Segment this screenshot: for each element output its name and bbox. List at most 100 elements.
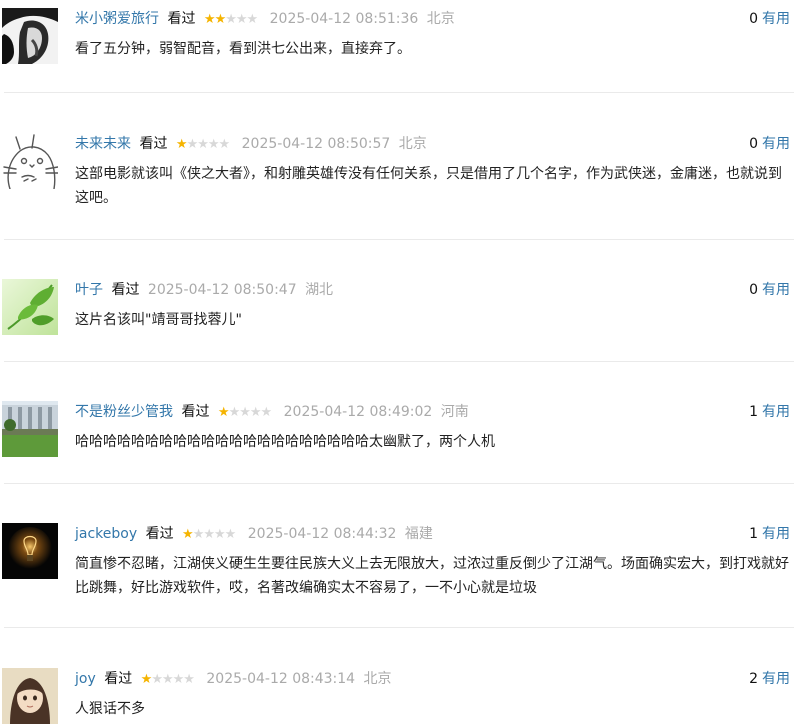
star-empty-icon: ★ (161, 672, 174, 687)
vote-count: 1 (749, 526, 758, 542)
star-empty-icon: ★ (239, 405, 251, 420)
totoro-sketch-avatar-image (2, 133, 58, 189)
rating-stars: ★★★★★ (203, 9, 259, 31)
star-empty-icon: ★ (151, 672, 163, 687)
comment-location: 河南 (440, 404, 469, 420)
comment-time: 2025-04-12 08:50:47 (147, 282, 297, 298)
comment-time: 2025-04-12 08:50:57 (241, 136, 391, 152)
comment-divider (4, 239, 794, 240)
building-lawn-avatar-image (2, 401, 58, 457)
star-empty-icon: ★ (172, 672, 185, 687)
comment-divider (4, 483, 794, 484)
light-bulb-avatar-image (2, 523, 58, 579)
vote-count: 0 (749, 136, 758, 152)
star-empty-icon: ★ (224, 527, 237, 542)
useful-vote-button[interactable]: 有用 (762, 404, 790, 420)
avatar[interactable] (2, 401, 58, 457)
useful-vote-button[interactable]: 有用 (762, 282, 790, 298)
comment-time: 2025-04-12 08:44:32 (247, 526, 397, 542)
star-empty-icon: ★ (260, 405, 273, 420)
comment-text: 看了五分钟，弱智配音，看到洪七公出来，直接弃了。 (75, 41, 411, 57)
avatar[interactable] (2, 133, 58, 189)
star-empty-icon: ★ (218, 137, 231, 152)
star-empty-icon: ★ (186, 137, 199, 152)
comment-meta: joy 看过 ★★★★★ 2025-04-12 08:43:14 北京 (75, 668, 392, 690)
avatar[interactable] (2, 523, 58, 579)
star-filled-icon: ★ (214, 12, 227, 27)
vote-area: 0 有用 (749, 8, 790, 30)
comment-meta: 叶子 看过 2025-04-12 08:50:47 湖北 (75, 279, 333, 301)
avatar[interactable] (2, 668, 58, 724)
anime-girl-avatar-image (2, 668, 58, 724)
comment-time: 2025-04-12 08:49:02 (283, 404, 433, 420)
rating-stars: ★★★★★ (175, 134, 231, 156)
watch-status: 看过 (167, 11, 196, 27)
comment-location: 湖北 (305, 282, 334, 298)
star-empty-icon: ★ (246, 12, 259, 27)
bw-portrait-avatar-image (2, 8, 58, 64)
star-empty-icon: ★ (197, 137, 209, 152)
star-empty-icon: ★ (228, 405, 241, 420)
star-filled-icon: ★ (217, 405, 230, 420)
watch-status: 看过 (139, 136, 168, 152)
star-empty-icon: ★ (183, 672, 195, 687)
comment-location: 北京 (363, 671, 392, 687)
rating-stars: ★★★★★ (140, 669, 195, 691)
comment-meta: 米小粥爱旅行 看过 ★★★★★ 2025-04-12 08:51:36 北京 (75, 8, 455, 30)
comment-divider (4, 627, 794, 628)
username-link[interactable]: 不是粉丝少管我 (75, 404, 173, 420)
star-filled-icon: ★ (182, 527, 194, 542)
vote-count: 0 (749, 282, 758, 298)
star-empty-icon: ★ (235, 12, 248, 27)
comment-meta: jackeboy 看过 ★★★★★ 2025-04-12 08:44:32 福建 (75, 523, 433, 545)
vote-area: 0 有用 (749, 279, 790, 301)
vote-count: 2 (749, 671, 758, 687)
comment-location: 北京 (426, 11, 455, 27)
avatar[interactable] (2, 8, 58, 64)
username-link[interactable]: 米小粥爱旅行 (75, 11, 159, 27)
comment-location: 北京 (398, 136, 427, 152)
star-filled-icon: ★ (175, 137, 188, 152)
watch-status: 看过 (145, 526, 174, 542)
comment-time: 2025-04-12 08:51:36 (269, 11, 419, 27)
comment-text: 哈哈哈哈哈哈哈哈哈哈哈哈哈哈哈哈哈哈哈哈哈太幽默了，两个人机 (75, 434, 495, 450)
vote-area: 1 有用 (749, 523, 790, 545)
username-link[interactable]: 未来未来 (75, 136, 131, 152)
avatar[interactable] (2, 279, 58, 335)
star-empty-icon: ★ (203, 527, 215, 542)
comment-divider (4, 361, 794, 362)
vote-count: 1 (749, 404, 758, 420)
rating-stars: ★★★★★ (182, 524, 237, 546)
username-link[interactable]: 叶子 (75, 282, 103, 298)
comment-meta: 不是粉丝少管我 看过 ★★★★★ 2025-04-12 08:49:02 河南 (75, 401, 469, 423)
comment-text: 简直惨不忍睹，江湖侠义硬生生要往民族大义上去无限放大，过浓过重反倒少了江湖气。场… (75, 556, 789, 596)
watch-status: 看过 (181, 404, 210, 420)
star-empty-icon: ★ (249, 405, 262, 420)
username-link[interactable]: joy (75, 671, 96, 687)
rating-stars: ★★★★★ (217, 402, 273, 424)
watch-status: 看过 (104, 671, 133, 687)
star-empty-icon: ★ (214, 527, 226, 542)
useful-vote-button[interactable]: 有用 (762, 526, 790, 542)
comment-text: 这部电影就该叫《侠之大者》，和射雕英雄传没有任何关系，只是借用了几个名字，作为武… (75, 166, 782, 206)
vote-area: 1 有用 (749, 401, 790, 423)
comment-time: 2025-04-12 08:43:14 (206, 671, 356, 687)
username-link[interactable]: jackeboy (75, 526, 137, 542)
star-empty-icon: ★ (192, 527, 205, 542)
useful-vote-button[interactable]: 有用 (762, 671, 790, 687)
comment-divider (4, 92, 794, 93)
vote-area: 2 有用 (749, 668, 790, 690)
star-empty-icon: ★ (207, 137, 220, 152)
green-leaf-avatar-image (2, 279, 58, 335)
comment-location: 福建 (404, 526, 433, 542)
comment-text: 这片名该叫"靖哥哥找蓉儿" (75, 312, 242, 328)
comment-text: 人狠话不多 (75, 701, 145, 717)
comment-meta: 未来未来 看过 ★★★★★ 2025-04-12 08:50:57 北京 (75, 133, 427, 155)
vote-count: 0 (749, 11, 758, 27)
star-filled-icon: ★ (140, 672, 153, 687)
useful-vote-button[interactable]: 有用 (762, 11, 790, 27)
useful-vote-button[interactable]: 有用 (762, 136, 790, 152)
star-empty-icon: ★ (225, 12, 237, 27)
watch-status: 看过 (111, 282, 140, 298)
star-filled-icon: ★ (203, 12, 216, 27)
